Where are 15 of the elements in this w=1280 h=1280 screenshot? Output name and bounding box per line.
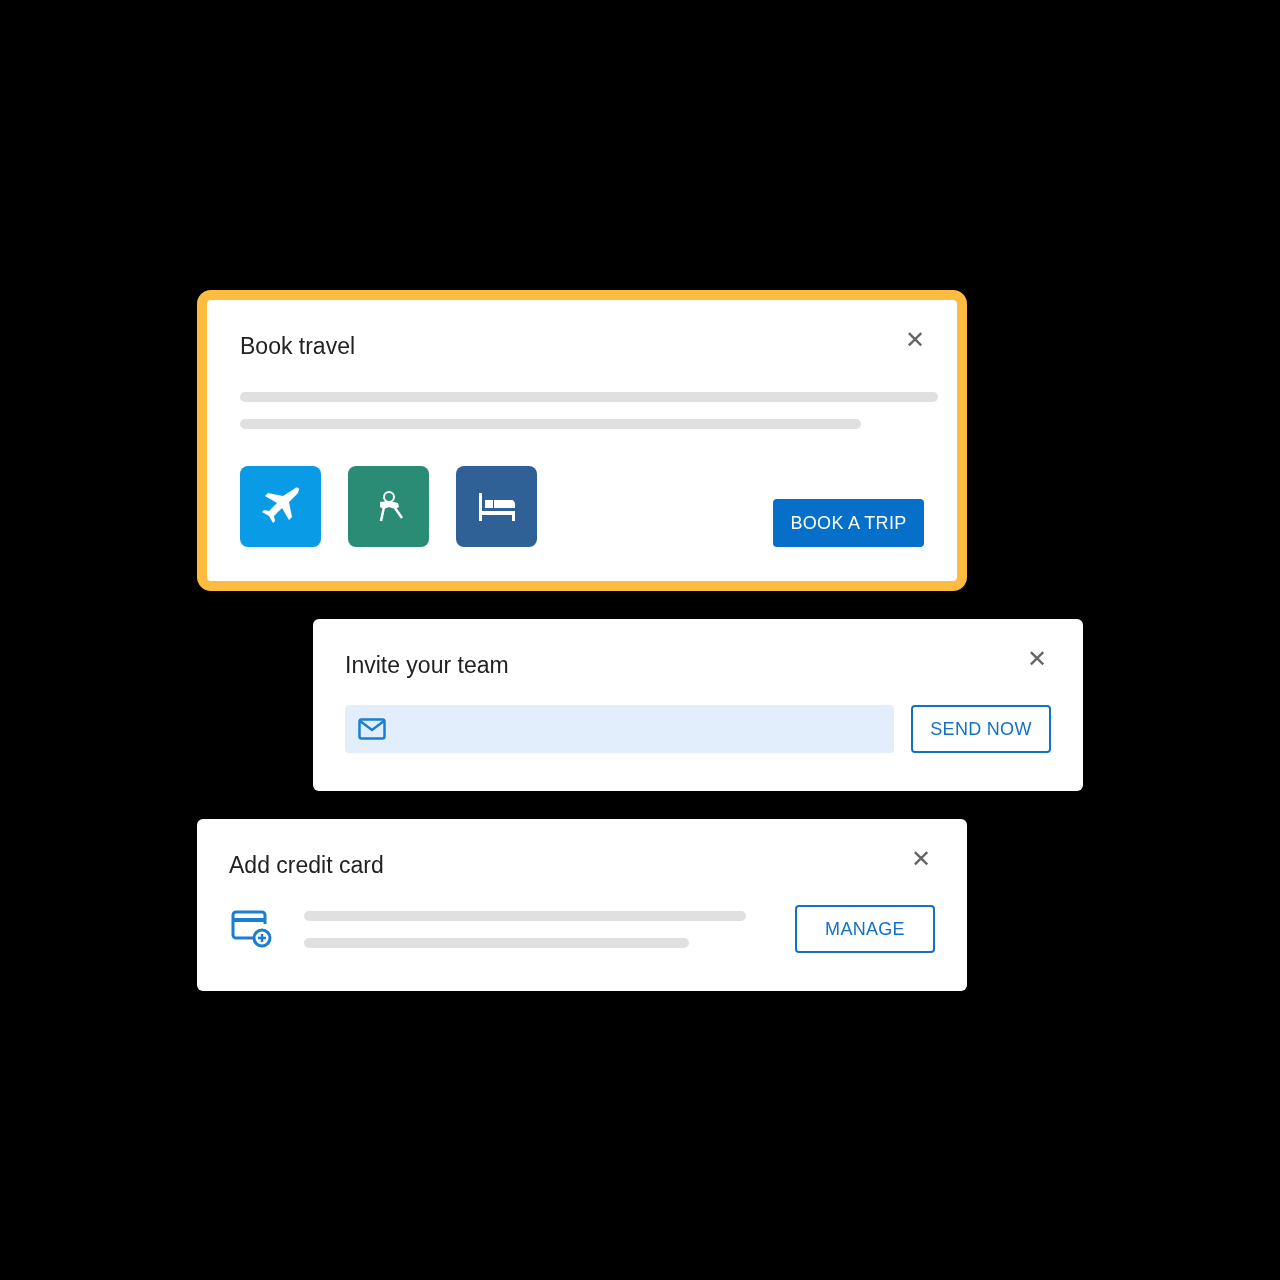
card-title: Add credit card <box>229 851 384 879</box>
card-title: Invite your team <box>345 651 509 679</box>
action-button[interactable]: SEND NOW <box>911 705 1051 753</box>
card-title: Book travel <box>240 332 356 360</box>
close-button[interactable]: ✕ <box>901 326 929 354</box>
credit-card-add-icon <box>231 910 273 948</box>
close-button[interactable]: ✕ <box>907 845 935 873</box>
email-field[interactable] <box>345 705 894 753</box>
mail-icon <box>358 718 386 740</box>
bed-icon[interactable] <box>456 466 537 547</box>
keys-icon[interactable] <box>348 466 429 547</box>
close-button[interactable]: ✕ <box>1023 645 1051 673</box>
airplane-icon[interactable] <box>240 466 321 547</box>
action-button[interactable]: MANAGE <box>795 905 935 953</box>
action-button[interactable]: BOOK A TRIP <box>773 499 924 547</box>
